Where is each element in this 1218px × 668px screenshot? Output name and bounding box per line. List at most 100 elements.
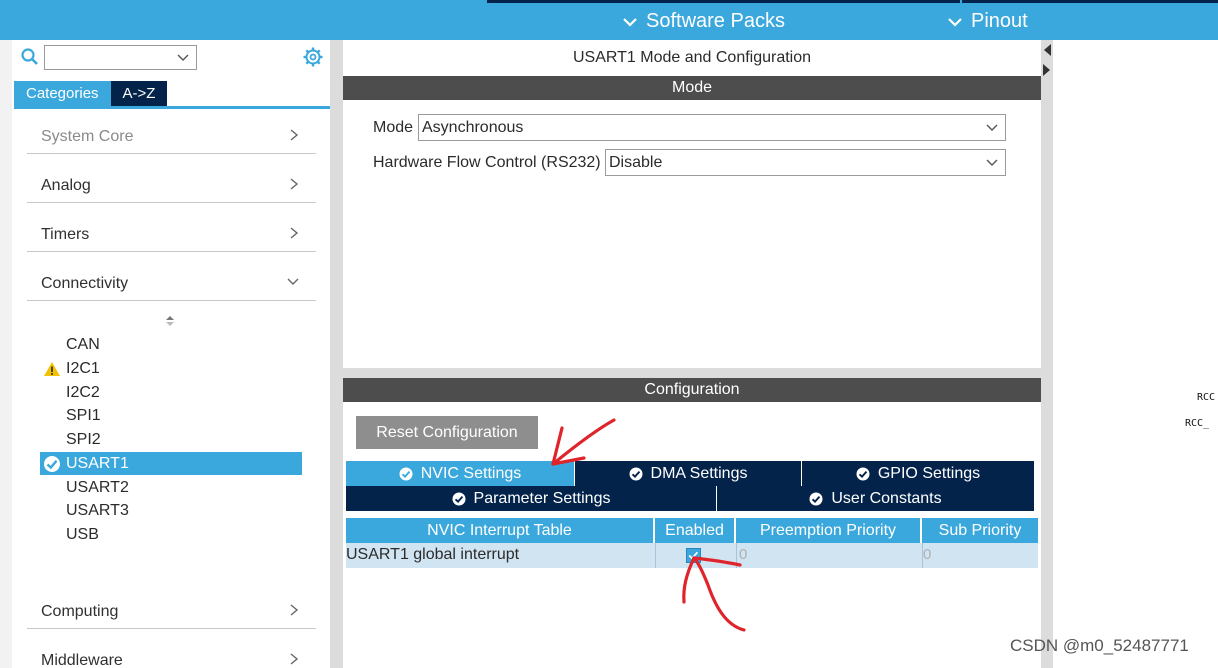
category-middleware[interactable]: Middleware bbox=[27, 638, 316, 668]
tab-label: User Constants bbox=[831, 490, 942, 507]
header-sub-priority[interactable]: Sub Priority bbox=[922, 518, 1038, 543]
software-packs-label: Software Packs bbox=[646, 10, 785, 32]
pin-label-rcc: RCC bbox=[1197, 392, 1216, 403]
peripheral-i2c1[interactable]: I2C1 bbox=[40, 357, 302, 380]
top-strip-gap bbox=[960, 0, 962, 3]
category-timers[interactable]: Timers bbox=[27, 212, 316, 252]
peripheral-usb[interactable]: USB bbox=[40, 523, 302, 546]
category-label: Analog bbox=[41, 177, 91, 194]
config-tabs-row-2: Parameter Settings User Constants bbox=[346, 486, 1034, 511]
preemption-priority-value[interactable]: 0 bbox=[739, 546, 747, 563]
sort-icon[interactable] bbox=[164, 314, 176, 330]
category-computing[interactable]: Computing bbox=[27, 589, 316, 629]
panel-divider-horizontal[interactable] bbox=[343, 368, 1041, 378]
collapse-handle-icon[interactable] bbox=[1042, 42, 1052, 78]
tab-parameter-settings[interactable]: Parameter Settings bbox=[346, 486, 717, 511]
peripheral-label: USART2 bbox=[66, 479, 129, 496]
tab-user-constants[interactable]: User Constants bbox=[717, 486, 1034, 511]
peripheral-label: CAN bbox=[66, 336, 100, 353]
check-circle-icon bbox=[452, 492, 466, 505]
chevron-down-icon bbox=[986, 124, 998, 131]
category-system-core[interactable]: System Core bbox=[27, 114, 316, 154]
peripheral-label: SPI2 bbox=[66, 431, 101, 448]
tab-gpio-settings[interactable]: GPIO Settings bbox=[802, 461, 1034, 486]
peripheral-label: I2C2 bbox=[66, 384, 100, 401]
software-packs-menu[interactable]: Software Packs bbox=[622, 10, 785, 33]
chevron-right-icon bbox=[290, 227, 299, 239]
category-label: System Core bbox=[41, 128, 134, 145]
check-circle-icon bbox=[809, 492, 823, 505]
category-analog[interactable]: Analog bbox=[27, 163, 316, 203]
warning-icon bbox=[44, 362, 60, 376]
mode-select-value: Asynchronous bbox=[422, 119, 524, 136]
check-circle-icon bbox=[856, 467, 870, 480]
category-connectivity[interactable]: Connectivity bbox=[27, 261, 316, 301]
tab-label: DMA Settings bbox=[650, 465, 748, 482]
pinout-menu[interactable]: Pinout bbox=[947, 10, 1028, 33]
flow-control-label: Hardware Flow Control (RS232) bbox=[373, 154, 601, 171]
peripheral-spi1[interactable]: SPI1 bbox=[40, 404, 302, 427]
enabled-checkbox[interactable] bbox=[686, 548, 701, 563]
chevron-down-icon bbox=[948, 17, 962, 27]
peripheral-spi2[interactable]: SPI2 bbox=[40, 428, 302, 451]
configuration-section-header: Configuration bbox=[343, 378, 1041, 402]
chevron-right-icon bbox=[290, 178, 299, 190]
chevron-down-icon[interactable] bbox=[176, 51, 190, 65]
pin-label-rcc-underscore: RCC_ bbox=[1185, 418, 1210, 429]
config-tabs-row-1: NVIC Settings DMA Settings GPIO Settings bbox=[346, 461, 1034, 486]
chevron-down-icon bbox=[287, 278, 299, 285]
interrupt-name: USART1 global interrupt bbox=[346, 546, 520, 563]
pinout-view: RCC RCC_ bbox=[1053, 40, 1218, 668]
peripheral-usart3[interactable]: USART3 bbox=[40, 499, 302, 522]
panel-divider-left[interactable] bbox=[334, 40, 343, 668]
category-label: Computing bbox=[41, 603, 119, 620]
tab-dma-settings[interactable]: DMA Settings bbox=[575, 461, 802, 486]
category-tabs: Categories A->Z bbox=[14, 81, 168, 106]
peripheral-label: USART1 bbox=[66, 455, 129, 472]
search-icon[interactable] bbox=[20, 47, 40, 67]
mode-select[interactable]: Asynchronous bbox=[418, 114, 1006, 141]
tab-label: Parameter Settings bbox=[473, 490, 611, 507]
tab-label: NVIC Settings bbox=[420, 465, 522, 482]
flow-control-select[interactable]: Disable bbox=[605, 149, 1006, 176]
check-circle-icon bbox=[44, 456, 60, 472]
search-input[interactable] bbox=[44, 45, 197, 70]
left-sidebar: Categories A->Z System Core Analog Timer… bbox=[0, 40, 334, 668]
mode-panel: USART1 Mode and Configuration Mode Mode … bbox=[343, 40, 1041, 368]
tab-categories[interactable]: Categories bbox=[14, 81, 111, 106]
category-label: Timers bbox=[41, 226, 90, 243]
checkmark-icon bbox=[688, 551, 699, 560]
column-divider bbox=[736, 543, 737, 568]
pinout-label: Pinout bbox=[971, 10, 1028, 32]
sub-priority-value[interactable]: 0 bbox=[923, 546, 931, 563]
panel-title: USART1 Mode and Configuration bbox=[572, 49, 812, 66]
reset-configuration-button[interactable]: Reset Configuration bbox=[356, 416, 538, 449]
peripheral-usart1[interactable]: USART1 bbox=[40, 452, 302, 475]
mode-label: Mode bbox=[373, 119, 414, 136]
tab-label: GPIO Settings bbox=[877, 465, 981, 482]
panel-divider-right[interactable] bbox=[1041, 40, 1053, 668]
chevron-down-icon bbox=[986, 159, 998, 166]
header-enabled[interactable]: Enabled bbox=[655, 518, 736, 543]
flow-control-value: Disable bbox=[609, 154, 663, 171]
tab-a-to-z[interactable]: A->Z bbox=[110, 81, 168, 106]
check-circle-icon bbox=[399, 467, 413, 480]
peripheral-usart2[interactable]: USART2 bbox=[40, 476, 302, 499]
header-preemption-priority[interactable]: Preemption Priority bbox=[736, 518, 922, 543]
peripheral-can[interactable]: CAN bbox=[40, 333, 302, 356]
header-interrupt-table[interactable]: NVIC Interrupt Table bbox=[346, 518, 655, 543]
check-circle-icon bbox=[629, 467, 643, 480]
chevron-right-icon bbox=[290, 129, 299, 141]
sidebar-left-edge bbox=[0, 40, 12, 668]
category-label: Middleware bbox=[41, 652, 123, 668]
table-row[interactable]: USART1 global interrupt 0 0 bbox=[346, 543, 1038, 568]
peripheral-label: SPI1 bbox=[66, 407, 101, 424]
peripheral-i2c2[interactable]: I2C2 bbox=[40, 381, 302, 404]
nvic-table-header: NVIC Interrupt Table Enabled Preemption … bbox=[346, 518, 1038, 543]
watermark: CSDN @m0_52487771 bbox=[1010, 636, 1189, 655]
peripheral-label: I2C1 bbox=[66, 360, 100, 377]
mode-section-header: Mode bbox=[343, 76, 1041, 100]
tab-nvic-settings[interactable]: NVIC Settings bbox=[346, 461, 575, 486]
top-dark-strip bbox=[487, 0, 1218, 3]
gear-icon[interactable] bbox=[302, 46, 324, 68]
